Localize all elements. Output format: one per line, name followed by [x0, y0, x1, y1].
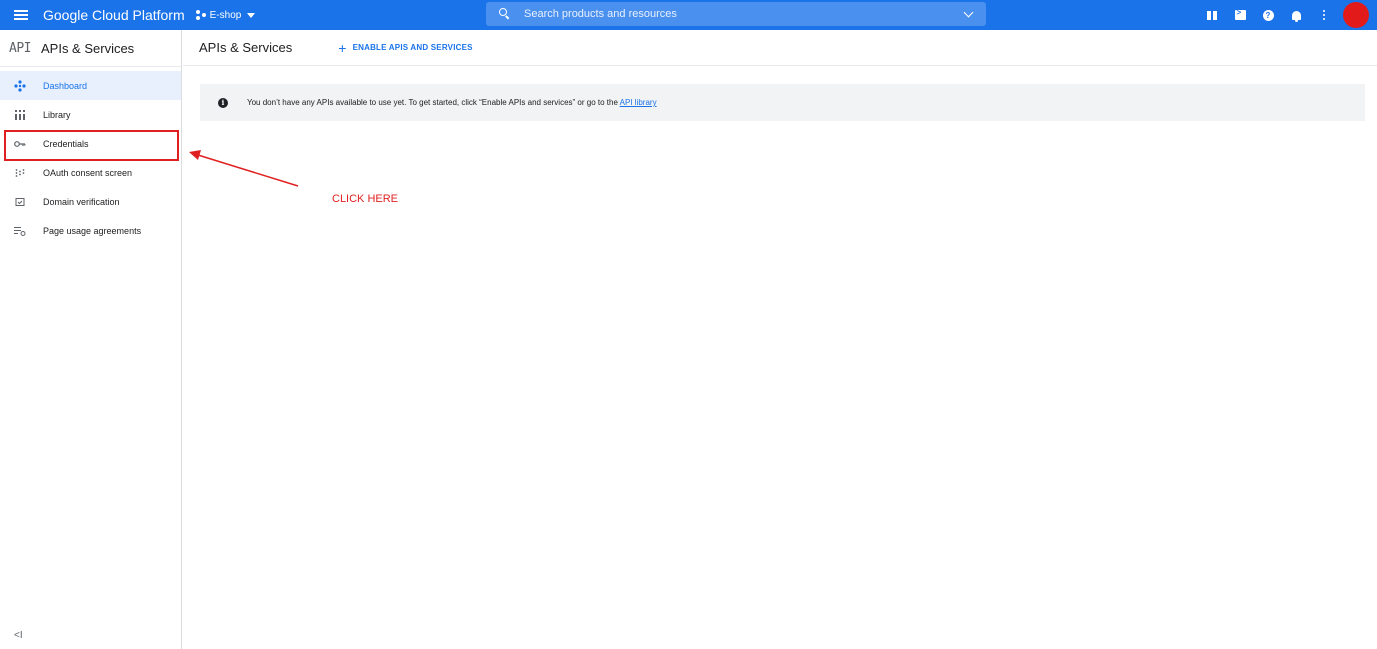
main-content: APIs & Services + ENABLE APIS AND SERVIC… [183, 30, 1377, 649]
cloud-shell-icon[interactable] [1233, 8, 1247, 22]
sidebar-header: API APIs & Services [0, 30, 181, 67]
avatar[interactable] [1343, 2, 1369, 28]
dashboard-icon [14, 79, 26, 92]
sidebar-title: APIs & Services [40, 40, 135, 56]
api-logo: API [9, 40, 31, 56]
collapse-sidebar-icon[interactable]: <I [14, 630, 23, 641]
sidebar-item-library[interactable]: Library [0, 100, 181, 129]
help-icon[interactable]: ? [1261, 8, 1275, 22]
brand-name[interactable]: Google Cloud Platform [43, 7, 185, 23]
sidebar: API APIs & Services Dashboard Library Cr… [0, 30, 182, 649]
search-bar[interactable]: Search products and resources [486, 2, 986, 26]
api-library-link[interactable]: API library [620, 98, 657, 107]
oauth-icon [14, 167, 26, 179]
settings-list-icon [14, 225, 26, 237]
page-title: APIs & Services [199, 40, 293, 55]
top-app-bar: Google Cloud Platform E-shop Search prod… [0, 0, 1377, 30]
plus-icon: + [338, 39, 347, 56]
banner-text: You don’t have any APIs available to use… [247, 98, 657, 107]
chevron-down-icon[interactable] [963, 7, 974, 17]
project-selector[interactable]: E-shop [195, 9, 256, 21]
sidebar-item-label: Page usage agreements [43, 225, 142, 236]
sidebar-nav: Dashboard Library Credentials OAuth cons… [0, 71, 181, 245]
sidebar-item-label: OAuth consent screen [43, 167, 133, 178]
sidebar-item-label: Library [43, 109, 71, 120]
search-input[interactable]: Search products and resources [524, 8, 965, 20]
gift-icon[interactable] [1205, 8, 1219, 22]
search-icon [498, 7, 512, 21]
banner-message: You don’t have any APIs available to use… [247, 98, 618, 107]
enable-apis-button[interactable]: + ENABLE APIS AND SERVICES [338, 41, 472, 55]
project-name: E-shop [209, 9, 242, 21]
main-header: APIs & Services + ENABLE APIS AND SERVIC… [183, 30, 1377, 66]
key-icon [14, 138, 26, 150]
sidebar-item-page-usage[interactable]: Page usage agreements [0, 216, 181, 245]
sidebar-item-credentials[interactable]: Credentials [0, 129, 181, 158]
sidebar-item-oauth-consent[interactable]: OAuth consent screen [0, 158, 181, 187]
sidebar-item-dashboard[interactable]: Dashboard [0, 71, 181, 100]
sidebar-item-domain-verification[interactable]: Domain verification [0, 187, 181, 216]
project-icon [195, 10, 206, 20]
info-banner: i You don’t have any APIs available to u… [200, 84, 1365, 121]
library-icon [14, 109, 26, 121]
sidebar-item-label: Domain verification [43, 196, 120, 207]
top-actions: ? [1191, 0, 1369, 30]
info-icon: i [218, 97, 228, 108]
domain-icon [14, 196, 26, 208]
enable-apis-label: ENABLE APIS AND SERVICES [352, 43, 473, 52]
sidebar-item-label: Dashboard [43, 80, 88, 91]
menu-icon[interactable] [14, 10, 28, 20]
annotation-text: CLICK HERE [332, 193, 399, 205]
sidebar-item-label: Credentials [43, 138, 89, 149]
caret-down-icon [247, 12, 256, 18]
notifications-icon[interactable] [1289, 8, 1303, 22]
more-vert-icon[interactable] [1317, 8, 1331, 22]
